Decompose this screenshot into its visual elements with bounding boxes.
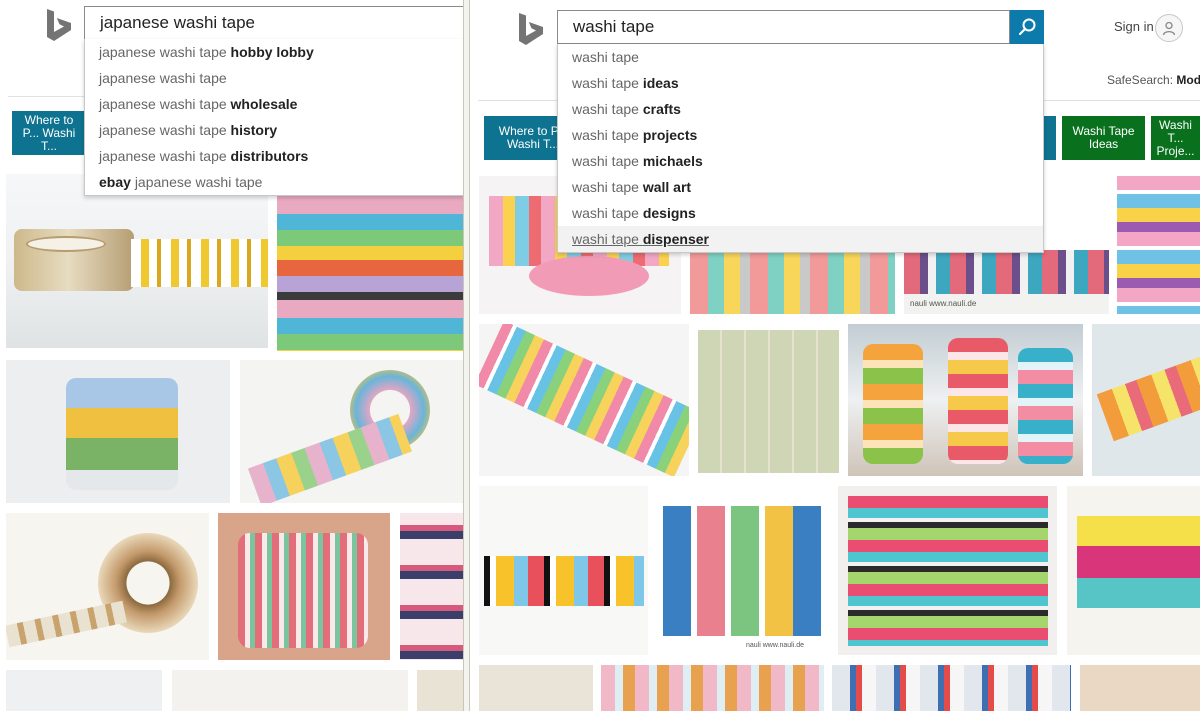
image-result[interactable]: [479, 486, 648, 655]
image-result[interactable]: [832, 665, 1071, 711]
suggestion-query-part: washi tape: [572, 179, 643, 195]
suggestion-item[interactable]: japanese washi tape wholesale: [85, 91, 463, 117]
search-query-text: washi tape: [573, 17, 655, 36]
suggestion-item[interactable]: japanese washi tape distributors: [85, 143, 463, 169]
suggestion-item[interactable]: washi tape ideas: [558, 70, 1043, 96]
suggestion-query-part: washi tape: [572, 127, 643, 143]
suggestion-query-part: japanese washi tape: [99, 122, 231, 138]
suggestion-completion: wall art: [642, 179, 692, 195]
image-result[interactable]: [690, 250, 895, 314]
image-result[interactable]: [6, 670, 162, 711]
image-result[interactable]: [218, 513, 390, 660]
magnifier-icon: [1018, 18, 1036, 36]
image-result[interactable]: [479, 324, 689, 476]
right-browser-pane: washi tape Sign in washi tape washi tape …: [470, 0, 1200, 711]
autosuggest-dropdown: washi tape washi tape ideas washi tape cra…: [557, 44, 1044, 253]
suggestion-item[interactable]: japanese washi tape hobby lobby: [85, 39, 463, 65]
suggestion-query-part: washi tape: [572, 49, 639, 65]
image-result[interactable]: [6, 513, 209, 660]
image-result[interactable]: [1067, 486, 1200, 655]
image-result[interactable]: nauli www.nauli.de: [904, 250, 1109, 314]
image-result[interactable]: [838, 486, 1057, 655]
suggestion-completion: michaels: [642, 153, 703, 169]
image-result[interactable]: [601, 665, 824, 711]
image-result[interactable]: [6, 360, 230, 503]
suggestion-item[interactable]: washi tape crafts: [558, 96, 1043, 122]
image-result[interactable]: [1080, 665, 1200, 711]
image-result[interactable]: [1117, 176, 1200, 314]
suggestion-query-part: washi tape: [572, 75, 643, 91]
related-search-chip[interactable]: Washi Tape Ideas: [1062, 116, 1145, 160]
suggestion-item[interactable]: washi tape projects: [558, 122, 1043, 148]
suggestion-query-part: washi tape: [572, 153, 643, 169]
image-result[interactable]: [417, 670, 463, 711]
related-search-chip[interactable]: Where to P... Washi T...: [12, 111, 86, 155]
suggestion-completion: distributors: [230, 148, 309, 164]
suggestion-item[interactable]: washi tape michaels: [558, 148, 1043, 174]
suggestion-query-part: washi tape: [572, 231, 643, 247]
image-result[interactable]: [1092, 324, 1200, 476]
suggestion-query-part: japanese washi tape: [99, 148, 231, 164]
image-result[interactable]: [698, 330, 839, 473]
left-browser-pane: japanese washi tape japanese washi tape …: [0, 0, 463, 711]
bing-logo-icon[interactable]: [46, 8, 72, 42]
suggestion-completion: hobby lobby: [230, 44, 314, 60]
related-search-chip[interactable]: [1044, 116, 1056, 160]
suggestion-query-part: japanese washi tape: [99, 70, 227, 86]
suggestion-completion: ideas: [642, 75, 679, 91]
suggestion-item[interactable]: japanese washi tape: [85, 65, 463, 91]
suggestion-item[interactable]: washi tape wall art: [558, 174, 1043, 200]
image-result[interactable]: [400, 513, 463, 660]
image-result[interactable]: [240, 360, 463, 503]
suggestion-query-part: japanese washi tape: [134, 174, 263, 190]
image-result[interactable]: [848, 324, 1083, 476]
window-split-divider[interactable]: [463, 0, 470, 711]
suggestion-item[interactable]: japanese washi tape history: [85, 117, 463, 143]
suggestion-completion: wholesale: [230, 96, 298, 112]
image-result[interactable]: [172, 670, 408, 711]
suggestion-prefix: ebay: [99, 174, 135, 190]
suggestion-completion: projects: [642, 127, 698, 143]
search-query-text: japanese washi tape: [100, 13, 256, 32]
suggestion-query-part: japanese washi tape: [99, 96, 231, 112]
search-input[interactable]: washi tape: [557, 10, 1010, 44]
image-result[interactable]: [6, 174, 268, 348]
suggestion-completion: dispenser: [642, 231, 709, 247]
user-icon[interactable]: [1155, 14, 1183, 42]
search-input[interactable]: japanese washi tape: [84, 6, 463, 40]
image-result[interactable]: nauli www.nauli.de: [658, 486, 828, 655]
suggestion-item[interactable]: ebay japanese washi tape: [85, 169, 463, 195]
suggestion-query-part: washi tape: [572, 205, 643, 221]
suggestion-completion: history: [230, 122, 278, 138]
suggestion-query-part: washi tape: [572, 101, 643, 117]
safesearch-filter[interactable]: SafeSearch: Mod: [1107, 73, 1200, 87]
suggestion-completion: designs: [642, 205, 696, 221]
suggestion-item[interactable]: washi tape dispenser: [558, 226, 1043, 252]
autosuggest-dropdown: japanese washi tape hobby lobby japanese …: [84, 39, 463, 196]
suggestion-item[interactable]: washi tape: [558, 44, 1043, 70]
suggestion-query-part: japanese washi tape: [99, 44, 231, 60]
sign-in-link[interactable]: Sign in: [1114, 19, 1154, 34]
bing-logo-icon[interactable]: [518, 12, 544, 46]
related-search-chip[interactable]: Washi T... Proje...: [1151, 116, 1200, 160]
suggestion-item[interactable]: washi tape designs: [558, 200, 1043, 226]
image-result[interactable]: [277, 196, 463, 351]
suggestion-completion: crafts: [642, 101, 681, 117]
image-result[interactable]: [479, 665, 593, 711]
search-button[interactable]: [1010, 10, 1044, 44]
